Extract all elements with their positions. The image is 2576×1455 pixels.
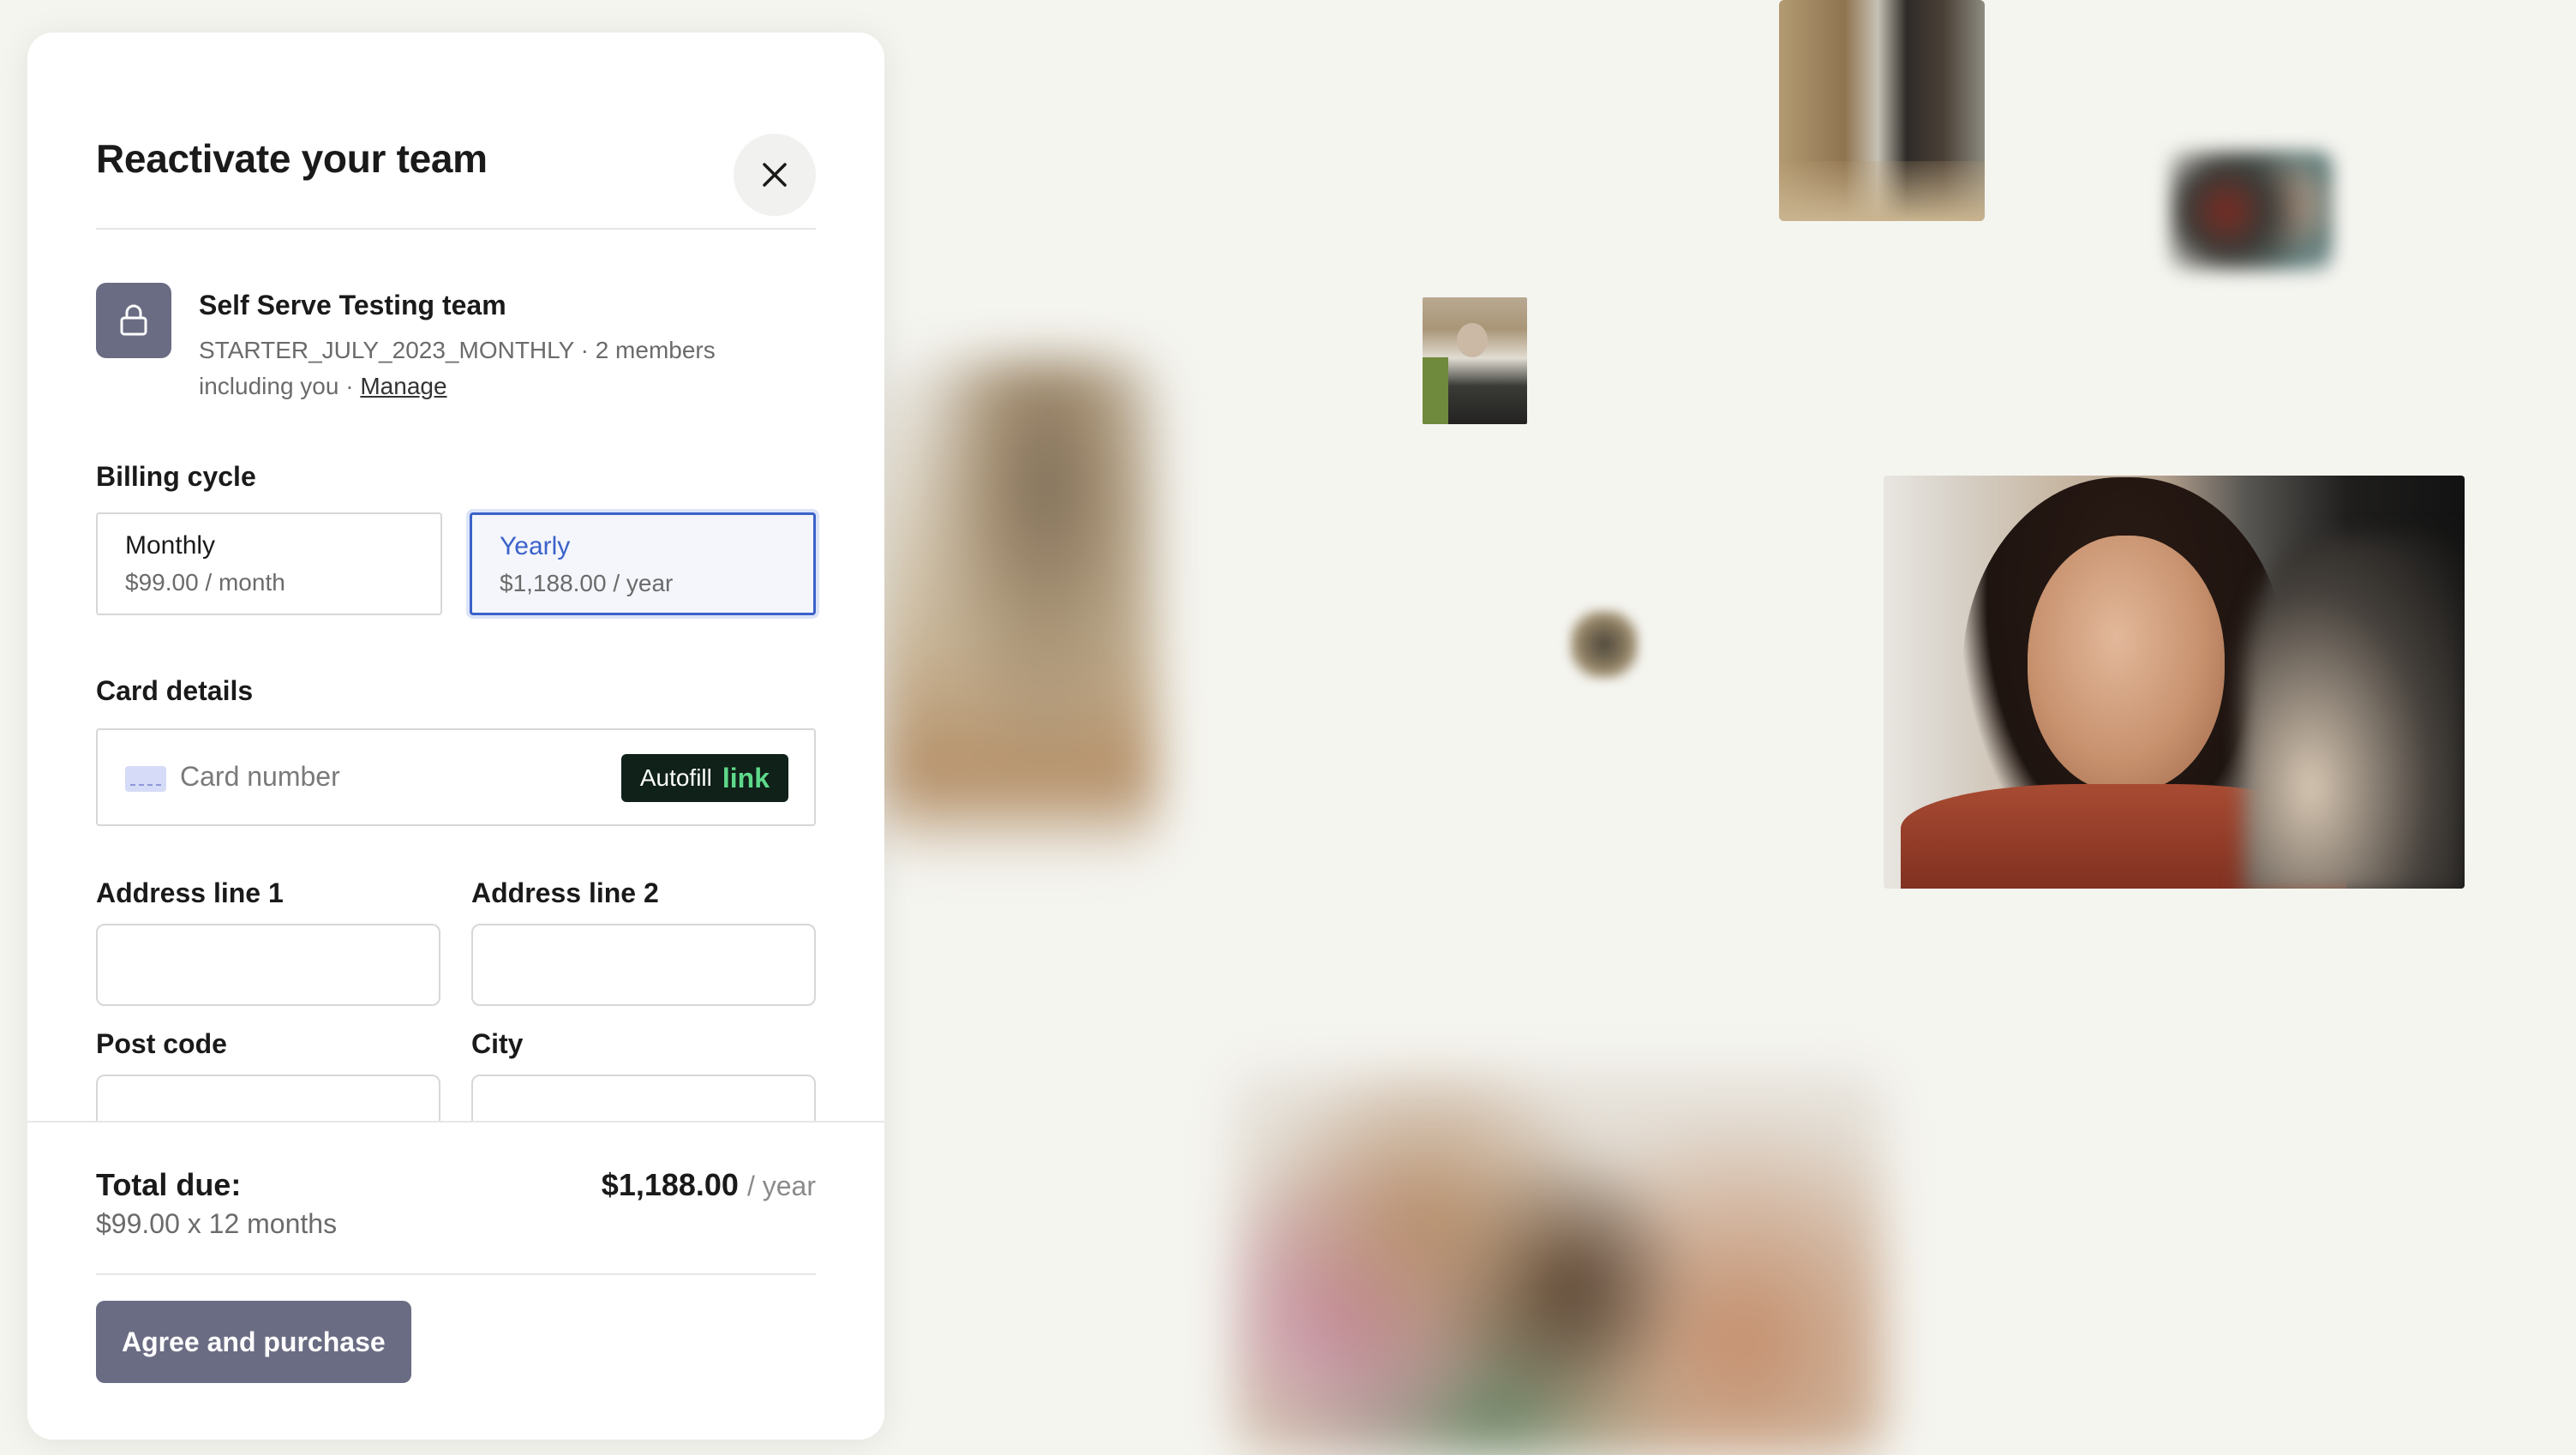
- modal-header: Reactivate your team: [96, 101, 816, 230]
- modal-footer: Total due: $99.00 x 12 months $1,188.00 …: [27, 1121, 884, 1440]
- total-due-label: Total due:: [96, 1167, 242, 1202]
- background-photo-elderly-woman: [1423, 297, 1527, 424]
- total-breakdown: $99.00 x 12 months: [96, 1208, 338, 1239]
- link-logo: link: [722, 762, 770, 793]
- team-avatar: [96, 283, 171, 358]
- billing-option-price: $99.00 / month: [125, 569, 285, 596]
- reactivate-team-modal: Reactivate your team Self Serve Testing …: [27, 33, 884, 1440]
- card-number-placeholder: Card number: [180, 761, 340, 792]
- billing-option-monthly[interactable]: Monthly $99.00 / month: [96, 512, 442, 615]
- postcode-label: Post code: [96, 1028, 227, 1059]
- billing-option-name: Yearly: [500, 532, 571, 560]
- close-button[interactable]: [734, 134, 816, 216]
- background-photo-smiling-woman: [1884, 476, 2465, 889]
- close-icon: [763, 163, 787, 187]
- footer-divider: [96, 1273, 816, 1275]
- agree-and-purchase-button[interactable]: Agree and purchase: [96, 1301, 411, 1383]
- billing-cycle-label: Billing cycle: [96, 461, 256, 492]
- team-plan: STARTER_JULY_2023_MONTHLY: [199, 337, 574, 363]
- address-line1-input[interactable]: [96, 924, 440, 1006]
- city-label: City: [471, 1028, 524, 1059]
- address-section: Address line 1 Address line 2 Post code …: [96, 877, 816, 1157]
- address-line2-input[interactable]: [471, 924, 816, 1006]
- lock-icon: [120, 304, 147, 336]
- total-amount-unit: / year: [746, 1171, 816, 1201]
- autofill-link-button[interactable]: Autofill link: [620, 754, 788, 802]
- total-amount: $1,188.00 / year: [602, 1167, 816, 1203]
- billing-option-yearly[interactable]: Yearly $1,188.00 / year: [470, 512, 816, 615]
- background-photo-meeting: [1779, 0, 1985, 221]
- credit-card-icon: [125, 766, 166, 792]
- team-meta: STARTER_JULY_2023_MONTHLY · 2 members in…: [199, 337, 716, 399]
- team-name: Self Serve Testing team: [199, 290, 506, 320]
- background-photo-blurred-small: [2170, 151, 2333, 271]
- card-details-label: Card details: [96, 675, 254, 706]
- background-photo-blurred-left: [883, 360, 1157, 857]
- card-number-field[interactable]: Card number Autofill link: [96, 728, 816, 826]
- modal-title: Reactivate your team: [96, 136, 488, 181]
- address-line1-label: Address line 1: [96, 877, 284, 908]
- team-summary: Self Serve Testing team STARTER_JULY_202…: [96, 254, 816, 399]
- billing-option-price: $1,188.00 / year: [500, 570, 674, 596]
- manage-link[interactable]: Manage: [360, 373, 446, 399]
- total-amount-value: $1,188.00: [601, 1167, 739, 1202]
- background-photo-blurred-tiny: [1570, 610, 1638, 679]
- background-photo-blurred-bottom: [1234, 1071, 1885, 1455]
- autofill-label: Autofill: [639, 764, 712, 791]
- billing-option-name: Monthly: [125, 531, 216, 560]
- address-line2-label: Address line 2: [471, 877, 659, 908]
